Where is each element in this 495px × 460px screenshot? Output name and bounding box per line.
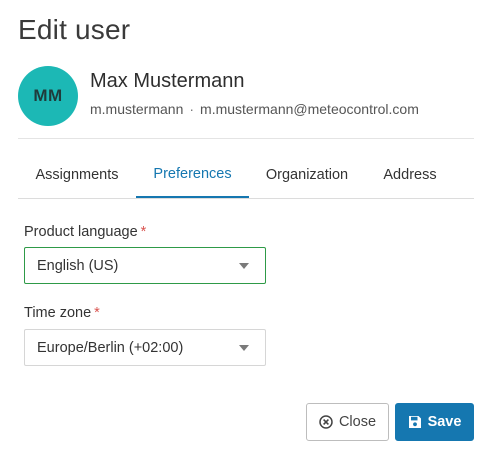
tab-bar: Assignments Preferences Organization Add… bbox=[18, 152, 474, 199]
product-language-label: Product language * bbox=[24, 224, 146, 240]
product-language-select[interactable]: English (US) bbox=[24, 247, 266, 284]
tab-assignments[interactable]: Assignments bbox=[18, 152, 136, 197]
tab-organization[interactable]: Organization bbox=[249, 152, 365, 197]
required-marker: * bbox=[140, 224, 147, 240]
dialog-title: Edit user bbox=[18, 14, 131, 45]
header-divider bbox=[18, 138, 474, 139]
floppy-disk-icon bbox=[408, 415, 422, 429]
edit-user-dialog: Edit user MM Max Mustermann m.mustermann… bbox=[0, 0, 495, 460]
time-zone-label-text: Time zone bbox=[24, 305, 92, 321]
time-zone-select[interactable]: Europe/Berlin (+02:00) bbox=[24, 329, 266, 366]
required-marker: * bbox=[94, 305, 100, 321]
close-button-label: Close bbox=[338, 414, 377, 430]
tab-address[interactable]: Address bbox=[365, 152, 455, 197]
user-name: Max Mustermann bbox=[90, 70, 245, 92]
close-button[interactable]: Close bbox=[306, 403, 389, 441]
time-zone-value: Europe/Berlin (+02:00) bbox=[37, 339, 184, 356]
user-username: m.mustermann bbox=[90, 101, 184, 117]
time-zone-label: Time zone * bbox=[24, 305, 100, 321]
caret-down-icon bbox=[239, 263, 249, 269]
user-email: m.mustermann@meteocontrol.com bbox=[200, 101, 419, 117]
save-button-label: Save bbox=[427, 414, 462, 430]
tab-preferences[interactable]: Preferences bbox=[136, 152, 249, 198]
meta-separator: · bbox=[189, 101, 195, 117]
close-circle-icon bbox=[319, 415, 333, 429]
avatar: MM bbox=[18, 66, 78, 126]
save-button[interactable]: Save bbox=[395, 403, 474, 441]
caret-down-icon bbox=[239, 345, 249, 351]
product-language-label-text: Product language bbox=[24, 224, 138, 240]
user-meta: m.mustermann · m.mustermann@meteocontrol.c… bbox=[90, 101, 419, 117]
avatar-initials: MM bbox=[33, 86, 63, 105]
product-language-value: English (US) bbox=[37, 257, 119, 274]
